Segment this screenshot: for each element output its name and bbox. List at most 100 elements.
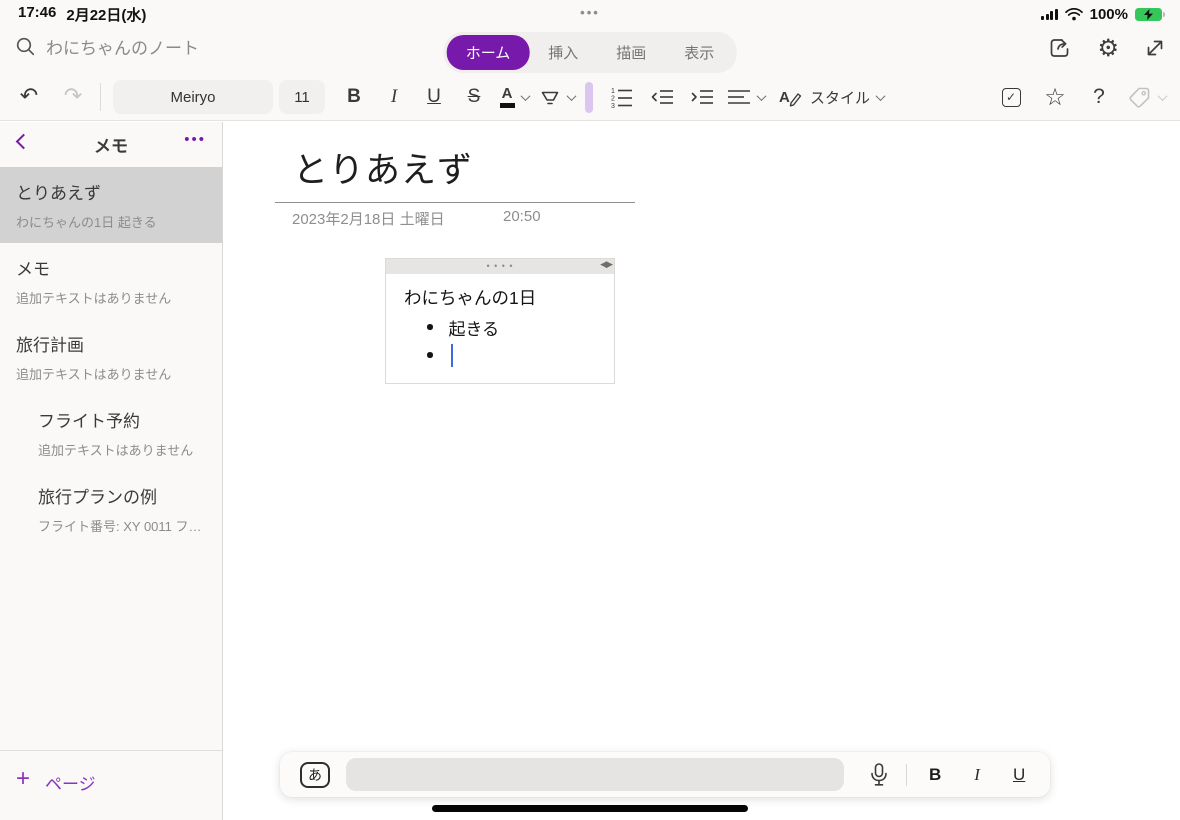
tab-draw[interactable]: 描画: [597, 35, 665, 70]
bullet-item[interactable]: 起きる: [404, 313, 606, 341]
page-item-subtitle: 追加テキストはありません: [16, 288, 206, 307]
page-time: 20:50: [503, 208, 541, 225]
section-title: メモ: [94, 132, 128, 157]
plus-icon: +: [16, 767, 30, 791]
page-item-title: メモ: [16, 255, 206, 280]
formatting-toolbar: ↶ ↷ Meiryo 11 B I U S A: [0, 74, 1180, 120]
tab-insert[interactable]: 挿入: [529, 35, 597, 70]
drag-dots-icon: • • • •: [486, 262, 513, 271]
tag-menu-button[interactable]: [1128, 85, 1166, 109]
more-options-icon[interactable]: •••: [184, 131, 206, 148]
note-drag-handle[interactable]: • • • • ◀▶: [386, 259, 614, 274]
japanese-input-key[interactable]: あ: [300, 762, 330, 788]
app-header: わにちゃんのノート ホーム 挿入 描画 表示 ⚙: [0, 24, 1180, 74]
page-item-subtitle: わにちゃんの1日 起きる: [16, 212, 206, 231]
pages-sidebar: メモ ••• とりあえず わにちゃんの1日 起きる メモ 追加テキストはありませ…: [0, 122, 223, 820]
page-list-item-subpage[interactable]: フライト予約 追加テキストはありません: [0, 395, 222, 471]
bold-button[interactable]: B: [339, 80, 369, 114]
add-page-button[interactable]: + ページ: [0, 750, 222, 820]
header-actions: ⚙: [1048, 36, 1166, 60]
battery-percent: 100%: [1090, 6, 1128, 23]
battery-charging-icon: [1135, 8, 1162, 21]
ribbon-tabs: ホーム 挿入 描画 表示: [444, 32, 737, 73]
chevron-down-icon: [567, 91, 577, 101]
important-star-button[interactable]: ☆: [1040, 80, 1070, 114]
tab-view[interactable]: 表示: [665, 35, 733, 70]
numbered-list-button[interactable]: 1 2 3: [607, 80, 637, 114]
note-outline-container[interactable]: • • • • ◀▶ わにちゃんの1日 起きる: [385, 258, 615, 384]
onenote-app-window: 17:46 2月22日(水) ••• 100%: [0, 0, 1180, 820]
ink-color-indicator: [585, 82, 593, 113]
title-underline: [275, 202, 635, 203]
page-canvas[interactable]: とりあえず 2023年2月18日 土曜日 20:50 • • • • ◀▶ わに…: [223, 122, 1180, 820]
question-tag-button[interactable]: ?: [1084, 80, 1114, 114]
add-page-label: ページ: [45, 770, 96, 795]
back-chevron-icon[interactable]: [16, 134, 32, 150]
bullet-dot-icon: [427, 352, 433, 358]
undo-button[interactable]: ↶: [14, 80, 44, 114]
resize-handles-icon[interactable]: ◀▶: [600, 260, 612, 270]
page-item-title: 旅行計画: [16, 331, 206, 356]
status-left: 17:46 2月22日(水): [18, 4, 146, 25]
chevron-down-icon: [757, 91, 767, 101]
bold-quick-button[interactable]: B: [929, 765, 941, 785]
page-list-item[interactable]: とりあえず わにちゃんの1日 起きる: [0, 167, 222, 243]
fullscreen-expand-icon[interactable]: [1144, 37, 1166, 59]
font-size-select[interactable]: 11: [279, 80, 325, 114]
font-color-icon: A: [500, 86, 515, 108]
chevron-down-icon: [1158, 91, 1168, 101]
italic-button[interactable]: I: [379, 80, 409, 114]
home-indicator[interactable]: [432, 805, 748, 812]
top-chrome: 17:46 2月22日(水) ••• 100%: [0, 0, 1180, 121]
outdent-button[interactable]: [647, 80, 677, 114]
status-right: 100%: [1041, 6, 1162, 23]
svg-text:3: 3: [611, 103, 615, 108]
keyboard-accessory-bar: あ B I U: [280, 752, 1050, 797]
chevron-down-icon: [876, 91, 886, 101]
tab-home[interactable]: ホーム: [447, 35, 530, 70]
underline-button[interactable]: U: [419, 80, 449, 114]
todo-tag-button[interactable]: ✓: [996, 80, 1026, 114]
share-icon[interactable]: [1048, 36, 1072, 60]
bullet-dot-icon: [427, 324, 433, 330]
numbered-list-icon: 1 2 3: [611, 86, 633, 108]
ime-candidate-field[interactable]: [346, 758, 844, 791]
font-name-select[interactable]: Meiryo: [113, 80, 273, 114]
italic-quick-button[interactable]: I: [974, 765, 980, 785]
underline-quick-button[interactable]: U: [1013, 765, 1025, 785]
strikethrough-button[interactable]: S: [459, 80, 489, 114]
accessory-divider: [906, 764, 907, 786]
redo-button[interactable]: ↷: [58, 80, 88, 114]
page-item-title: フライト予約: [38, 407, 206, 432]
highlight-color-button[interactable]: [539, 80, 575, 114]
status-bar: 17:46 2月22日(水) ••• 100%: [0, 0, 1180, 24]
notebook-search[interactable]: わにちゃんのノート: [16, 34, 199, 59]
page-list-item-subpage[interactable]: 旅行プランの例 フライト番号: XY 0011 フ…: [0, 471, 222, 547]
multitask-dots-icon[interactable]: •••: [580, 5, 600, 20]
chevron-down-icon: [520, 91, 530, 101]
styles-button[interactable]: A スタイル: [777, 85, 884, 109]
svg-text:1: 1: [611, 88, 615, 95]
page-item-subtitle: 追加テキストはありません: [16, 364, 206, 383]
alignment-button[interactable]: [727, 80, 765, 114]
page-list-item[interactable]: メモ 追加テキストはありません: [0, 243, 222, 319]
note-heading[interactable]: わにちゃんの1日: [404, 285, 606, 310]
microphone-icon: [870, 763, 888, 787]
dictation-mic-button[interactable]: [870, 763, 888, 787]
highlighter-icon: [539, 86, 561, 108]
status-date: 2月22日(水): [66, 4, 146, 25]
text-cursor: [451, 344, 454, 367]
todo-checkbox-icon: ✓: [1002, 88, 1021, 107]
svg-text:A: A: [779, 89, 790, 106]
page-item-title: 旅行プランの例: [38, 483, 206, 508]
search-icon: [16, 37, 35, 56]
settings-gear-icon[interactable]: ⚙: [1097, 36, 1119, 60]
indent-button[interactable]: [687, 80, 717, 114]
indent-icon: [690, 87, 714, 107]
page-title[interactable]: とりあえず: [293, 142, 473, 193]
font-color-button[interactable]: A: [499, 80, 529, 114]
bullet-item-active[interactable]: [404, 341, 606, 369]
page-list-item[interactable]: 旅行計画 追加テキストはありません: [0, 319, 222, 395]
svg-text:2: 2: [611, 96, 615, 103]
note-content[interactable]: わにちゃんの1日 起きる: [386, 274, 614, 383]
